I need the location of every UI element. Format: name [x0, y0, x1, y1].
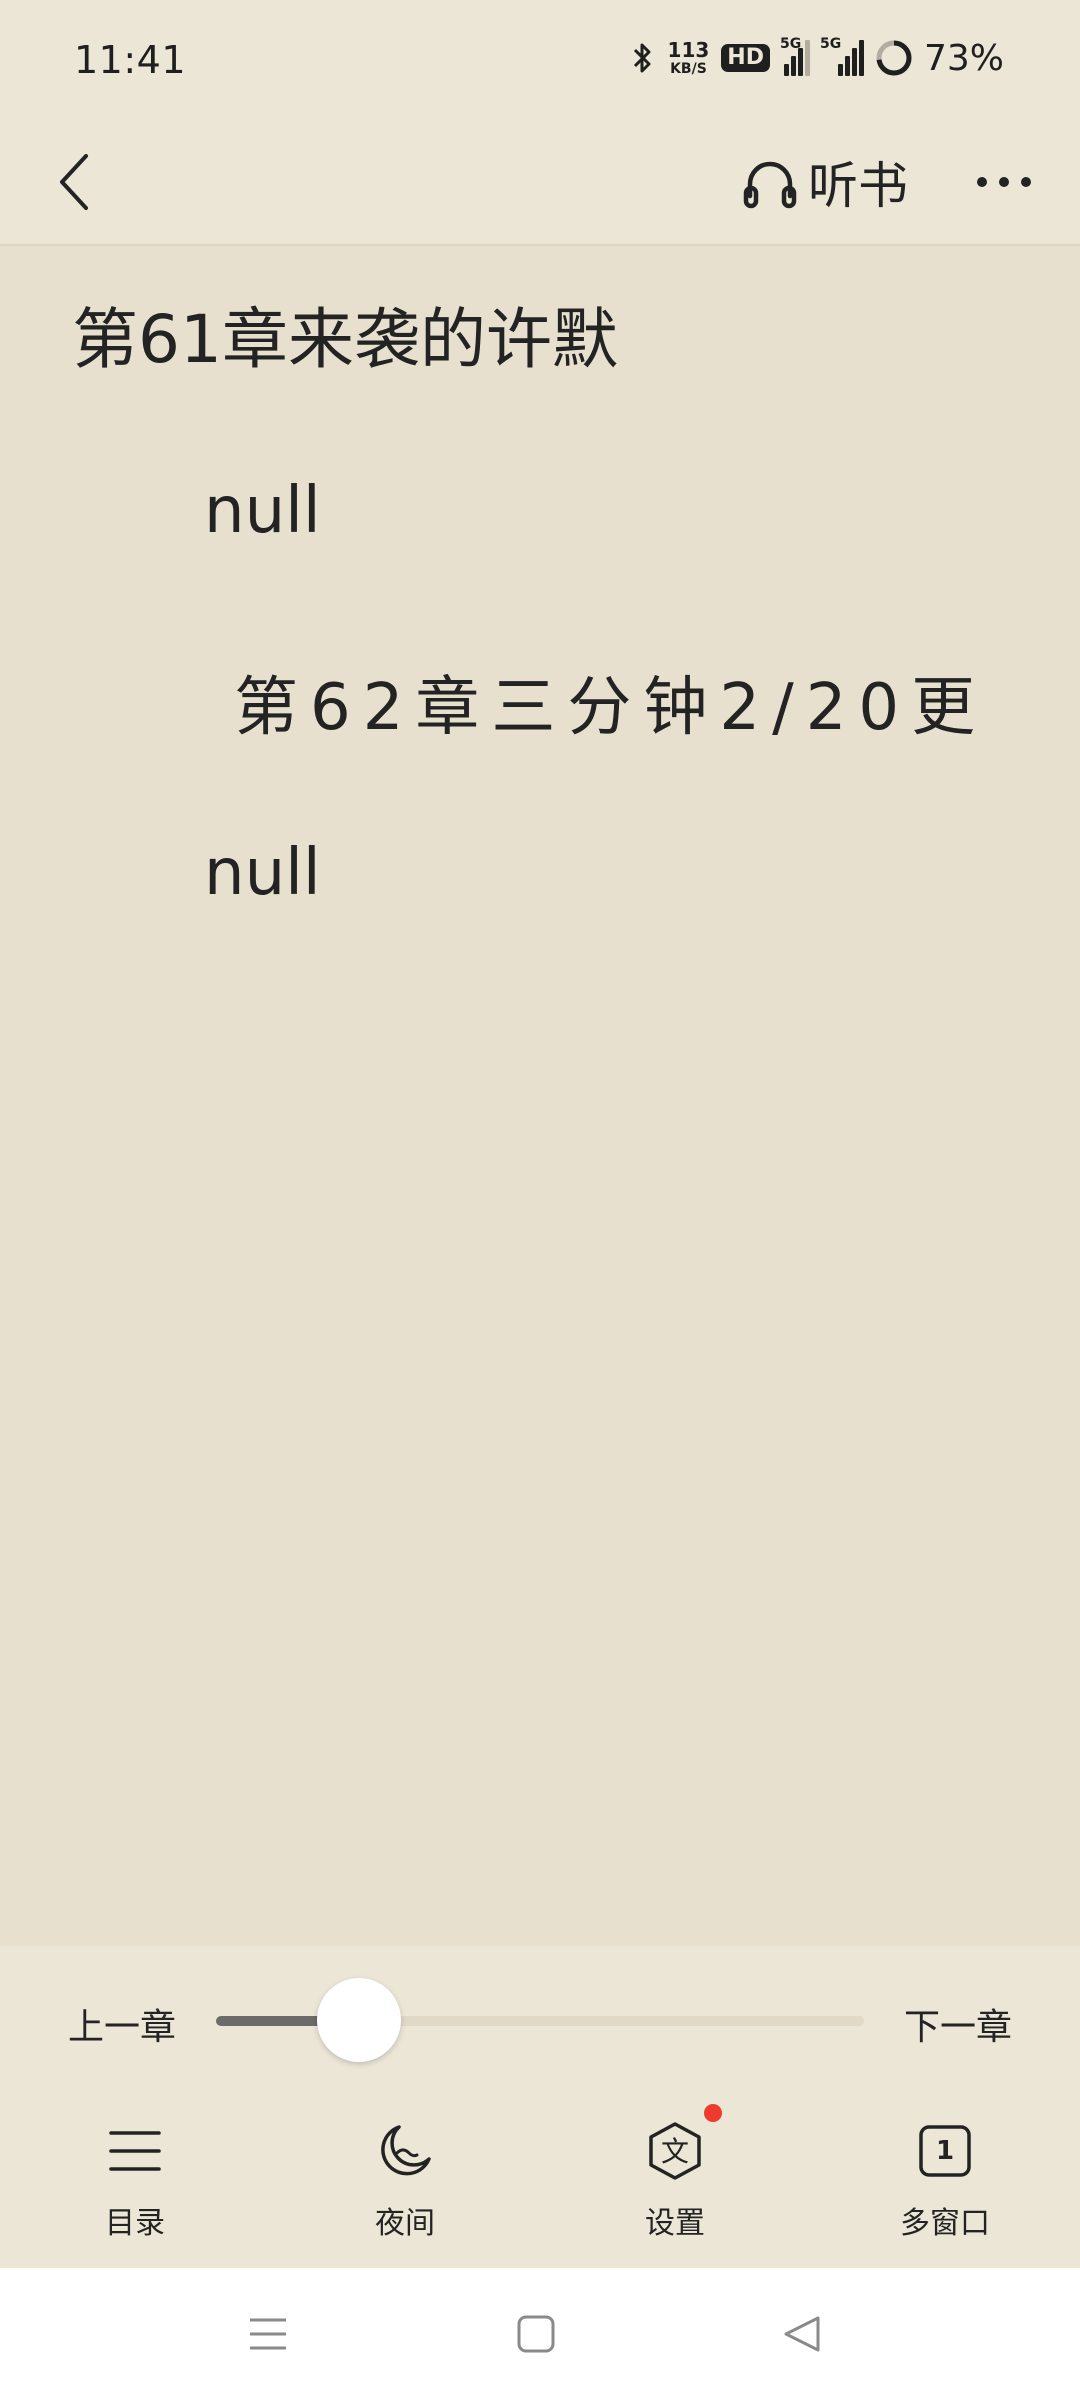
reader-toolbar: 目录 夜间 文 设置 1 多窗口 [0, 2104, 1080, 2256]
progress-thumb[interactable] [316, 1978, 401, 2062]
prev-chapter-button[interactable]: 上一章 [68, 1998, 176, 2050]
signal-bar [844, 56, 850, 76]
signal-icon-sim2: 5G [820, 36, 864, 76]
bluetooth-icon [630, 40, 656, 76]
paragraph: null [204, 474, 321, 548]
status-time: 11:41 [74, 38, 187, 82]
signal-tag-sim2: 5G [819, 36, 842, 52]
svg-text:文: 文 [661, 2135, 689, 2168]
status-bar: 11:41 113 KB/S HD 5G 5G 73% [0, 0, 1080, 120]
moon-icon [370, 2116, 440, 2186]
next-chapter-button[interactable]: 下一章 [904, 1998, 1012, 2050]
back-nav-icon [784, 2316, 820, 2352]
battery-percent: 73% [923, 37, 1004, 79]
paragraph: null [204, 836, 321, 910]
chevron-left-icon [60, 154, 88, 210]
window-count: 1 [935, 2136, 955, 2166]
more-options-button[interactable] [964, 142, 1044, 222]
signal-bar [804, 40, 810, 76]
home-button[interactable] [504, 2302, 568, 2366]
network-speed-value: 113 [667, 38, 710, 62]
signal-bar [797, 48, 803, 76]
menu-icon [100, 2116, 170, 2186]
signal-bar [790, 56, 796, 76]
home-nav-icon [517, 2315, 555, 2353]
toolbar-item-multiwindow[interactable]: 1 多窗口 [810, 2116, 1080, 2256]
signal-icon: 5G [780, 36, 810, 76]
toolbar-label-settings: 设置 [645, 2206, 705, 2241]
reader-control-panel: 上一章 下一章 目录 夜间 文 设置 1 多窗口 [0, 1946, 1080, 2268]
chapter-progress-slider[interactable] [216, 1978, 864, 2062]
listen-book-label: 听书 [808, 157, 908, 215]
signal-bar [837, 64, 843, 76]
signal-bar [851, 48, 857, 76]
menu-nav-icon [250, 2318, 286, 2350]
reader-screen: 11:41 113 KB/S HD 5G 5G 73% 听书 第61章来袭的许默… [0, 0, 1080, 2400]
system-back-button[interactable] [770, 2302, 834, 2366]
paragraph: 第62章三分钟2/20更 [234, 671, 988, 745]
toolbar-label-toc: 目录 [105, 2206, 165, 2241]
system-nav-bar [0, 2268, 1080, 2400]
more-icon [977, 177, 1031, 187]
status-icons: 113 KB/S HD 5G 5G 73% [630, 34, 1004, 82]
headphones-icon [743, 161, 797, 209]
hd-icon: HD [721, 44, 770, 72]
notification-dot [704, 2104, 722, 2122]
signal-bar [858, 40, 864, 76]
signal-bar [783, 64, 789, 76]
toolbar-label-night: 夜间 [375, 2206, 435, 2241]
signal-tag-sim1: 5G [779, 36, 802, 52]
settings-icon: 文 [640, 2104, 722, 2186]
toolbar-item-toc[interactable]: 目录 [0, 2116, 270, 2256]
battery-icon [874, 38, 914, 78]
network-speed: 113 KB/S [668, 40, 710, 76]
reading-content[interactable]: 第61章来袭的许默 null 第62章三分钟2/20更 null [0, 246, 1080, 1946]
window-icon: 1 [910, 2116, 980, 2186]
toolbar-item-night[interactable]: 夜间 [270, 2116, 540, 2256]
toolbar-label-multiwindow: 多窗口 [900, 2206, 990, 2241]
chapter-title: 第61章来袭的许默 [72, 301, 618, 378]
network-speed-unit: KB/S [670, 61, 707, 77]
toolbar-item-settings[interactable]: 文 设置 [540, 2104, 810, 2256]
recent-apps-button[interactable] [236, 2302, 300, 2366]
reader-header: 听书 [0, 120, 1080, 246]
back-button[interactable] [34, 142, 114, 222]
listen-book-button[interactable]: 听书 [740, 142, 908, 222]
